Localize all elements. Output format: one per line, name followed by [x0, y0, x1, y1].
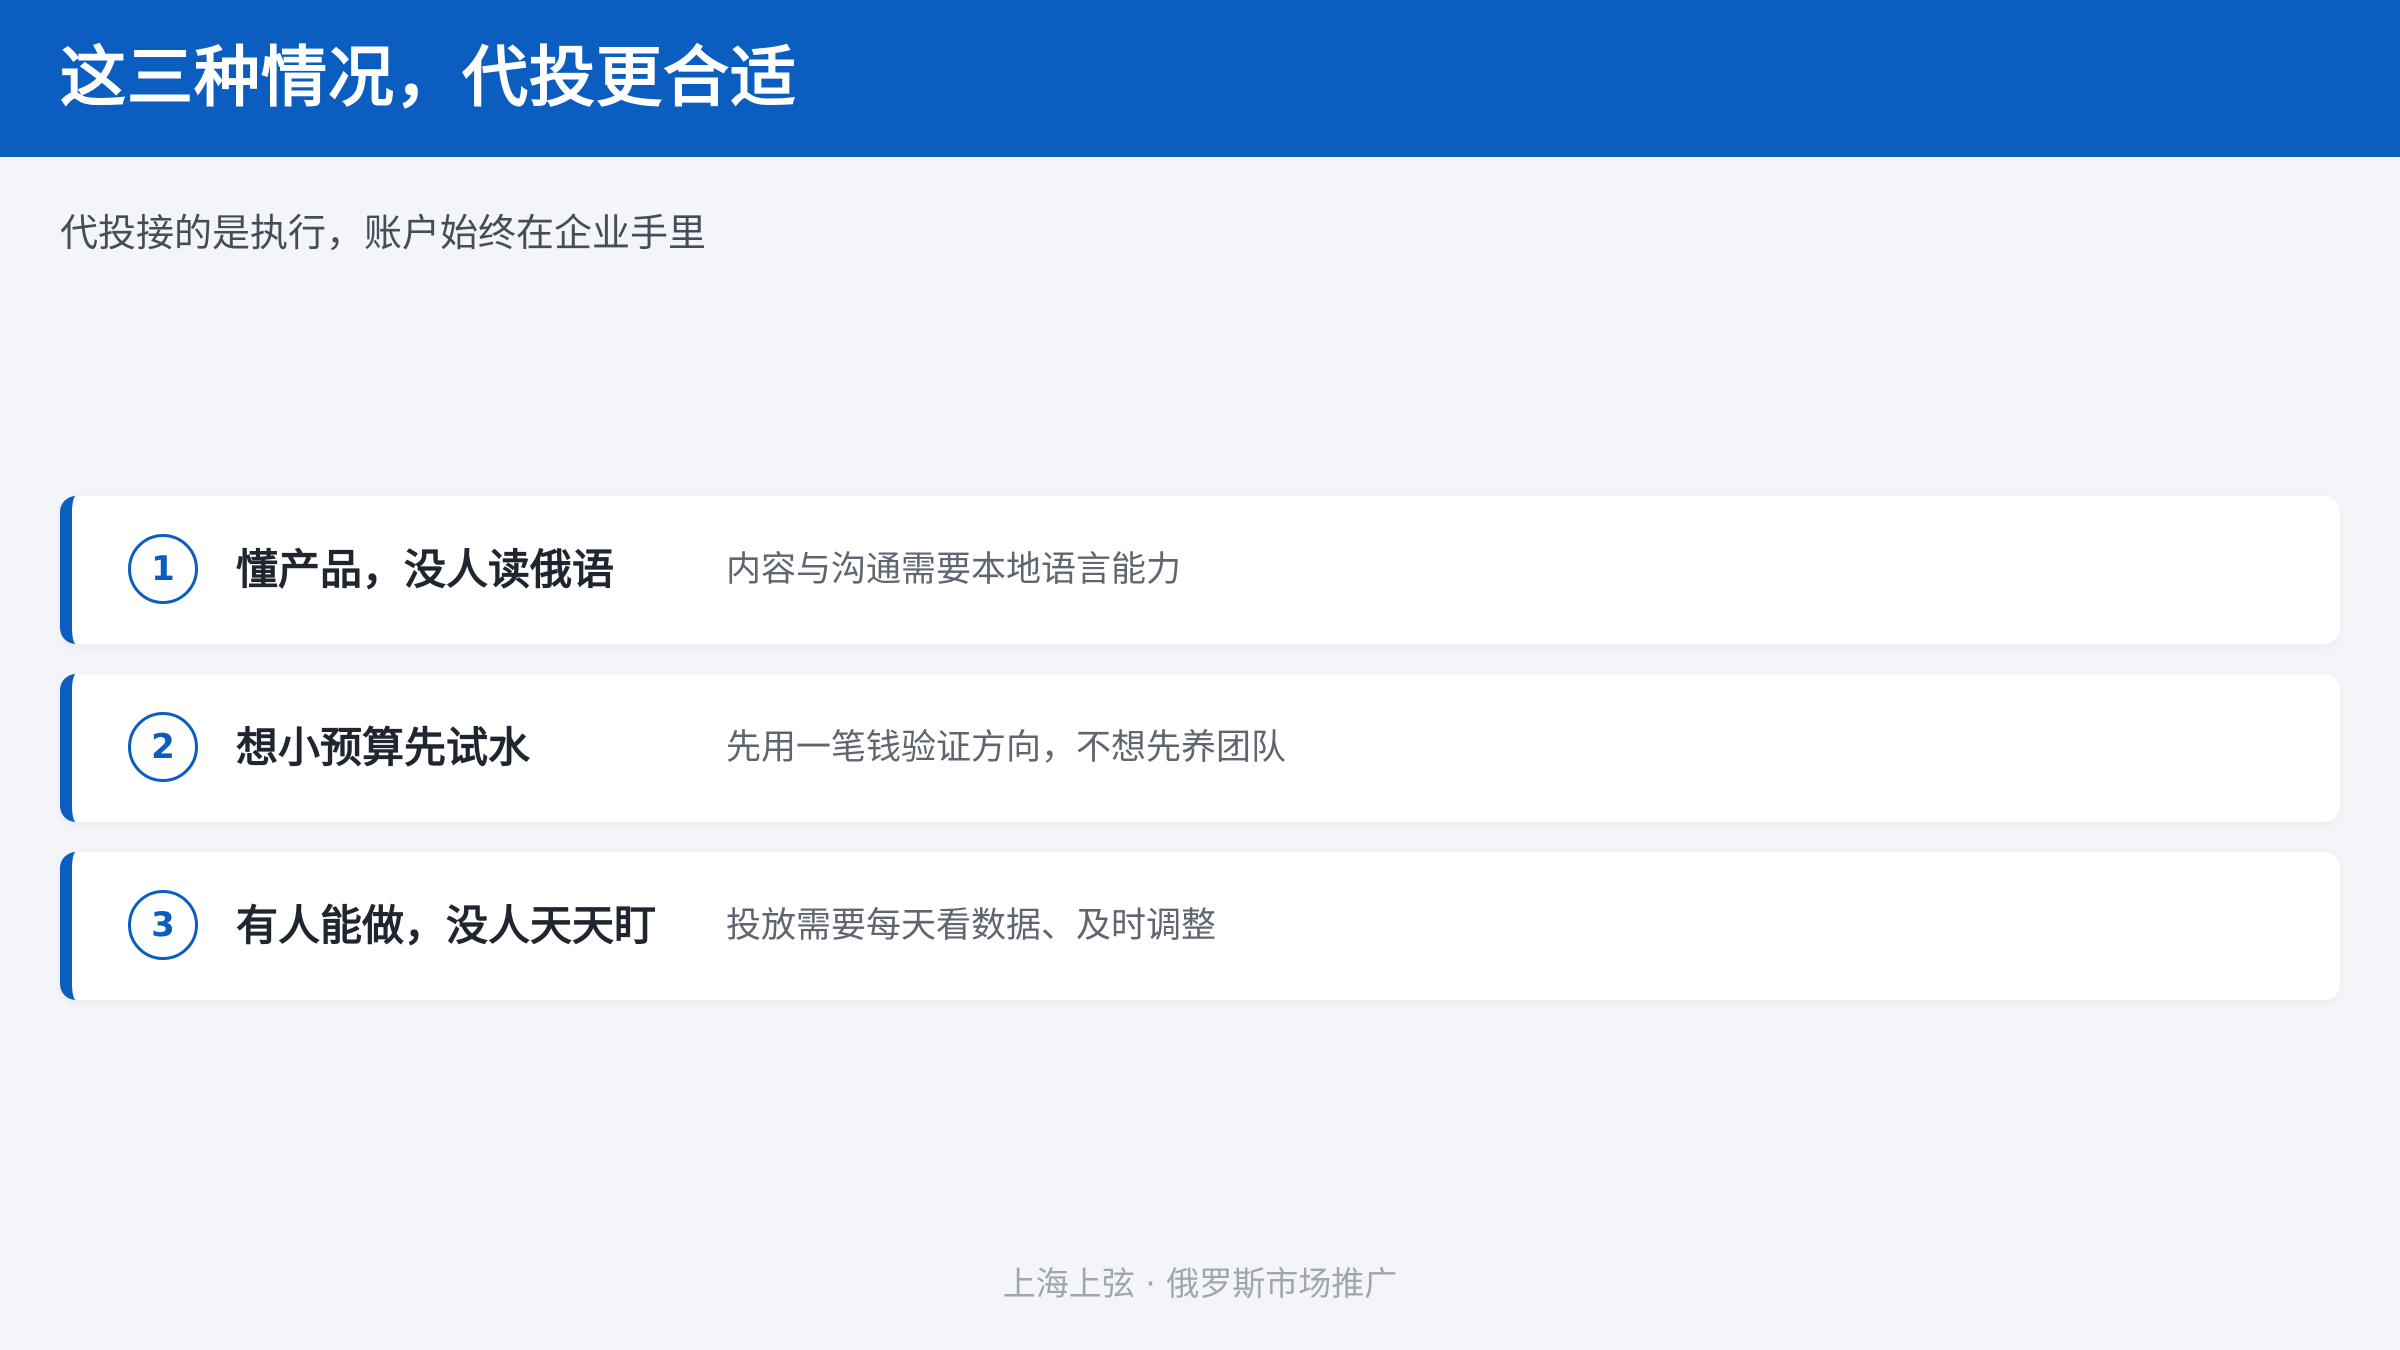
page-title: 这三种情况，代投更合适	[60, 39, 797, 116]
scenario-card-3: 3 有人能做，没人天天盯 投放需要每天看数据、及时调整	[60, 852, 2340, 1000]
scenario-description-2: 先用一笔钱验证方向，不想先养团队	[726, 728, 1287, 768]
title-banner: 这三种情况，代投更合适	[0, 0, 2400, 157]
slide-page: 这三种情况，代投更合适 代投接的是执行，账户始终在企业手里 1 懂产品，没人读俄…	[0, 0, 2400, 1350]
scenario-card-1: 1 懂产品，没人读俄语 内容与沟通需要本地语言能力	[60, 496, 2340, 644]
scenario-number-2: 2	[128, 712, 198, 782]
slide-footer: 上海上弦 · 俄罗斯市场推广	[1002, 1264, 1398, 1303]
scenario-number-3: 3	[128, 890, 198, 960]
scenario-card-list: 1 懂产品，没人读俄语 内容与沟通需要本地语言能力 2 想小预算先试水 先用一笔…	[60, 496, 2340, 1030]
scenario-title-2: 想小预算先试水	[236, 723, 531, 772]
scenario-card-2: 2 想小预算先试水 先用一笔钱验证方向，不想先养团队	[60, 674, 2340, 822]
scenario-title-1: 懂产品，没人读俄语	[236, 545, 615, 594]
page-subtitle: 代投接的是执行，账户始终在企业手里	[60, 211, 707, 255]
scenario-number-1: 1	[128, 534, 198, 604]
scenario-description-3: 投放需要每天看数据、及时调整	[726, 906, 1217, 946]
scenario-description-1: 内容与沟通需要本地语言能力	[726, 550, 1182, 590]
scenario-title-3: 有人能做，没人天天盯	[236, 901, 657, 950]
